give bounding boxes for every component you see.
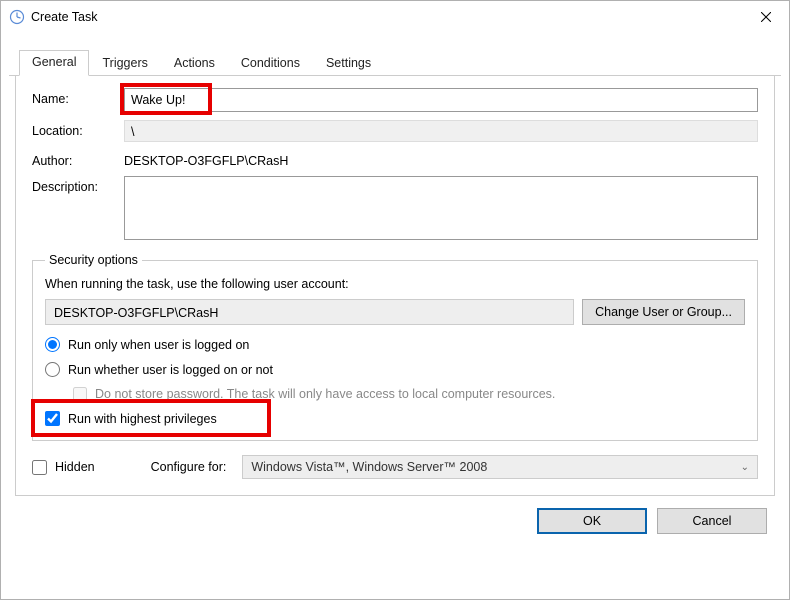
location-label: Location: <box>32 120 124 138</box>
author-label: Author: <box>32 150 124 168</box>
security-options-legend: Security options <box>45 253 142 267</box>
chevron-down-icon: ⌄ <box>741 462 749 473</box>
checkbox-highest-privileges-input[interactable] <box>45 411 60 426</box>
tab-general[interactable]: General <box>19 50 89 76</box>
checkbox-highest-privileges-label: Run with highest privileges <box>68 412 217 426</box>
ok-button[interactable]: OK <box>537 508 647 534</box>
location-value: \ <box>124 120 758 142</box>
radio-run-logged-on-label: Run only when user is logged on <box>68 338 249 352</box>
radio-run-logged-on-input[interactable] <box>45 337 60 352</box>
security-options-group: Security options When running the task, … <box>32 253 758 441</box>
dialog-body: General Triggers Actions Conditions Sett… <box>1 33 789 542</box>
tab-conditions[interactable]: Conditions <box>228 51 313 76</box>
checkbox-hidden[interactable]: Hidden <box>32 460 95 475</box>
tab-panel-general: Name: Location: \ Author: DESKTOP-O3FGFL… <box>15 76 775 496</box>
radio-run-whether[interactable]: Run whether user is logged on or not <box>45 362 745 377</box>
title-bar: Create Task <box>1 1 789 33</box>
tab-triggers[interactable]: Triggers <box>89 51 160 76</box>
configure-for-label: Configure for: <box>151 460 227 474</box>
checkbox-highest-privileges[interactable]: Run with highest privileges <box>45 411 745 426</box>
window-close-button[interactable] <box>743 1 789 33</box>
radio-run-whether-input[interactable] <box>45 362 60 377</box>
cancel-button[interactable]: Cancel <box>657 508 767 534</box>
checkbox-hidden-label: Hidden <box>55 460 95 474</box>
tab-actions[interactable]: Actions <box>161 51 228 76</box>
account-display: DESKTOP-O3FGFLP\CRasH <box>45 299 574 325</box>
checkbox-dont-store-password: Do not store password. The task will onl… <box>73 387 745 401</box>
close-icon <box>761 12 771 22</box>
window-title: Create Task <box>31 10 97 24</box>
radio-run-logged-on[interactable]: Run only when user is logged on <box>45 337 745 352</box>
row-name: Name: <box>32 88 758 112</box>
account-row: DESKTOP-O3FGFLP\CRasH Change User or Gro… <box>45 299 745 325</box>
name-label: Name: <box>32 88 124 106</box>
checkbox-dont-store-password-label: Do not store password. The task will onl… <box>95 387 555 401</box>
dialog-actions: OK Cancel <box>9 496 781 534</box>
checkbox-dont-store-password-input <box>73 387 87 401</box>
change-user-button[interactable]: Change User or Group... <box>582 299 745 325</box>
description-label: Description: <box>32 176 124 194</box>
task-scheduler-icon <box>9 9 25 25</box>
radio-run-whether-label: Run whether user is logged on or not <box>68 363 273 377</box>
tab-settings[interactable]: Settings <box>313 51 384 76</box>
bottom-config-row: Hidden Configure for: Windows Vista™, Wi… <box>32 455 758 479</box>
name-input[interactable] <box>124 88 758 112</box>
configure-for-combo[interactable]: Windows Vista™, Windows Server™ 2008 ⌄ <box>242 455 758 479</box>
row-author: Author: DESKTOP-O3FGFLP\CRasH <box>32 150 758 168</box>
author-value: DESKTOP-O3FGFLP\CRasH <box>124 154 288 168</box>
security-prompt: When running the task, use the following… <box>45 277 745 291</box>
row-location: Location: \ <box>32 120 758 142</box>
description-input[interactable] <box>124 176 758 240</box>
row-description: Description: <box>32 176 758 243</box>
configure-for-value: Windows Vista™, Windows Server™ 2008 <box>251 460 487 474</box>
tab-strip: General Triggers Actions Conditions Sett… <box>9 49 781 76</box>
checkbox-hidden-input[interactable] <box>32 460 47 475</box>
